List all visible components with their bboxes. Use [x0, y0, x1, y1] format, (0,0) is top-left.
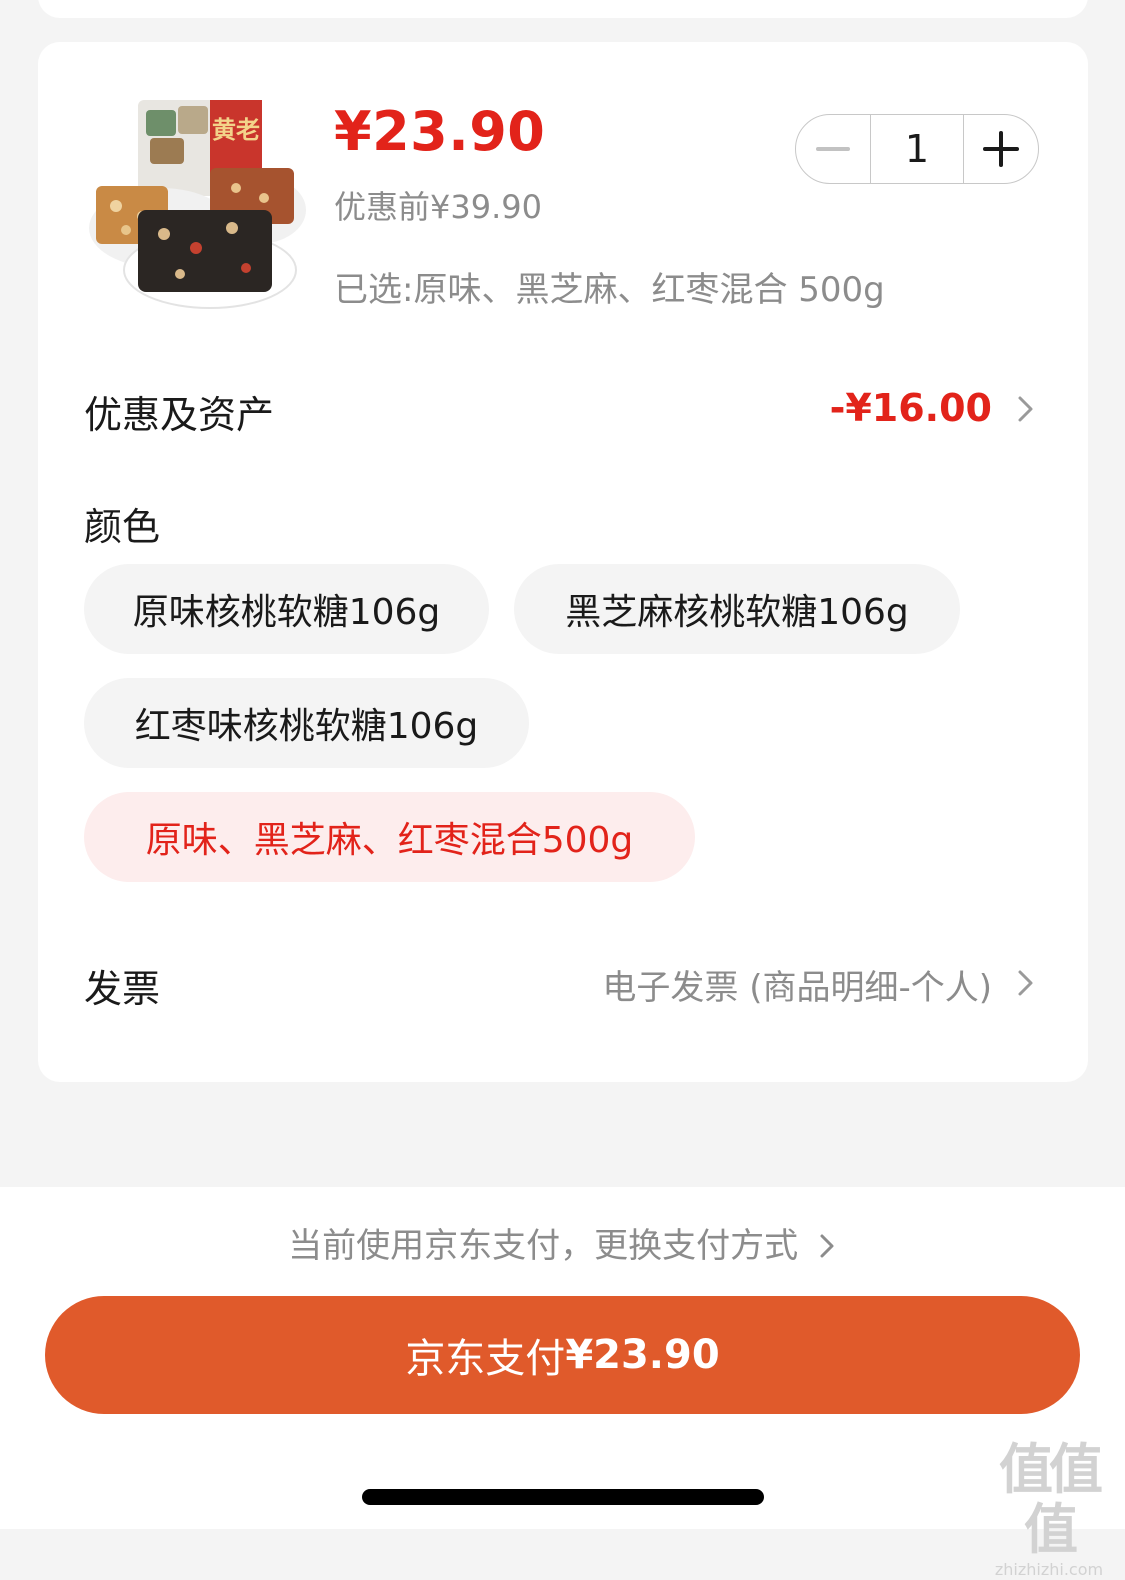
invoice-value[interactable]: 电子发票 (商品明细-个人)	[602, 960, 992, 1009]
decrease-button[interactable]	[796, 115, 870, 183]
color-option-red-date[interactable]: 红枣味核桃软糖106g	[84, 678, 529, 768]
chevron-right-icon[interactable]	[1014, 968, 1038, 998]
package-brand-text: 黄老	[212, 116, 260, 144]
chevron-right-icon	[820, 1234, 834, 1258]
site-watermark: 值值值 zhizhizhi.com	[983, 1440, 1115, 1580]
invoice-label: 发票	[84, 967, 161, 1011]
payment-hint-text: 当前使用京东支付，更换支付方式	[288, 1226, 799, 1266]
discount-value[interactable]: -¥16.00	[830, 386, 992, 430]
original-price: 优惠前¥39.90	[334, 188, 542, 226]
jd-pay-button[interactable]: 京东支付 ¥23.90	[45, 1296, 1080, 1414]
color-option-mixed-selected[interactable]: 原味、黑芝麻、红枣混合500g	[84, 792, 695, 882]
product-price: ¥23.90	[334, 100, 546, 163]
color-label: 颜色	[84, 505, 161, 549]
plus-icon	[983, 131, 1019, 167]
discount-label: 优惠及资产	[84, 393, 275, 437]
pay-button-label: 京东支付	[405, 1336, 566, 1382]
increase-button[interactable]	[964, 115, 1038, 183]
selected-spec: 已选:原味、黑芝麻、红枣混合 500g	[334, 270, 885, 310]
product-image: 黄老	[89, 100, 306, 309]
change-payment-link[interactable]: 当前使用京东支付，更换支付方式	[0, 1218, 1125, 1267]
color-option-black-sesame[interactable]: 黑芝麻核桃软糖106g	[514, 564, 960, 654]
quantity-value[interactable]: 1	[870, 115, 964, 183]
quantity-stepper: 1	[795, 114, 1039, 184]
color-option-original[interactable]: 原味核桃软糖106g	[84, 564, 489, 654]
chevron-right-icon[interactable]	[1014, 394, 1038, 424]
previous-card-edge	[38, 0, 1088, 18]
pay-button-amount: ¥23.90	[565, 1332, 720, 1378]
minus-icon	[816, 147, 850, 151]
watermark-logo: 值值值	[999, 1438, 1103, 1561]
watermark-url: zhizhizhi.com	[994, 1560, 1104, 1579]
home-indicator	[362, 1489, 764, 1505]
order-card: 黄老 ¥23.90 优惠前¥39.90 已选:原味、黑芝麻、红枣混合 500g …	[38, 42, 1088, 1082]
